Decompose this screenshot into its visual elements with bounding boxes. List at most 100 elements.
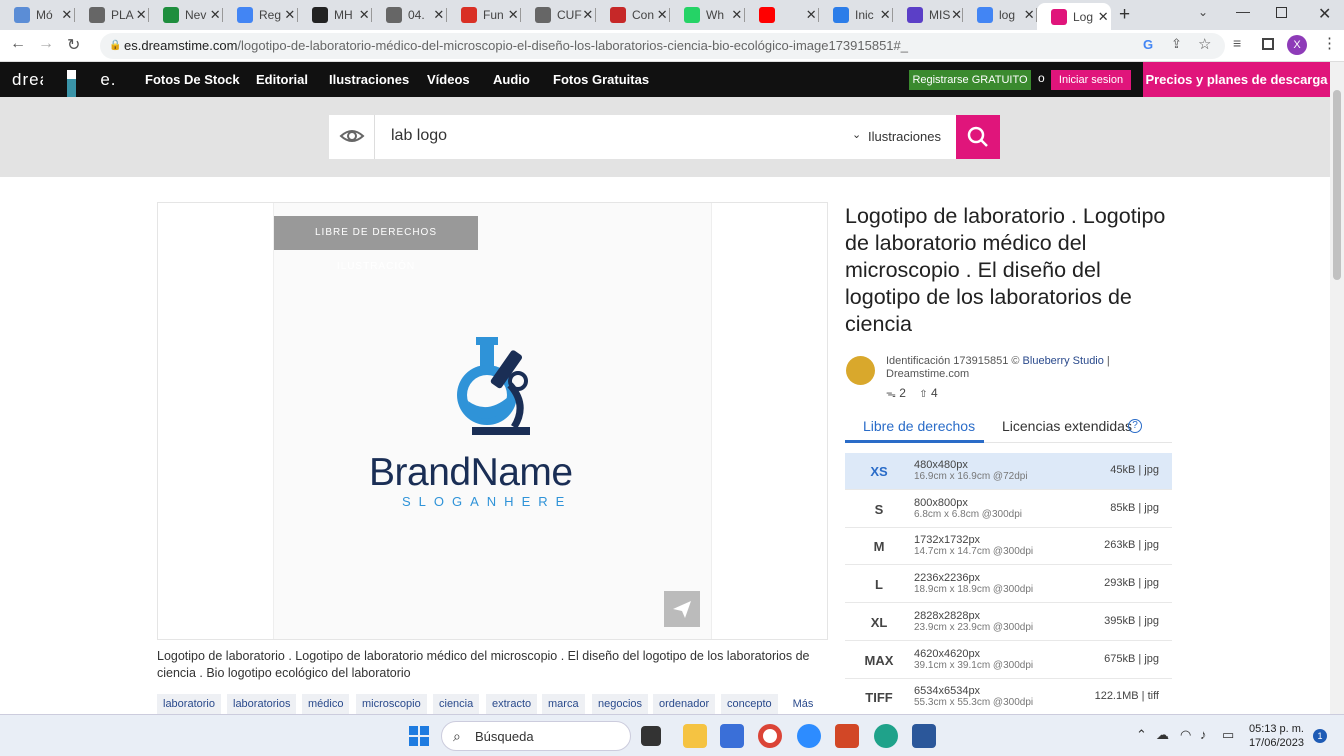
- register-button[interactable]: Registrarse GRATUITO: [909, 70, 1031, 90]
- browser-tab[interactable]: MIS ✕: [893, 3, 963, 27]
- url-field[interactable]: 🔒 es.dreamstime.com/logotipo-de-laborato…: [100, 33, 1225, 59]
- bookmark-star-icon[interactable]: ☆: [1198, 35, 1211, 53]
- size-option-row[interactable]: S 800x800px 6.8cm x 6.8cm @300dpi 85kB | jp…: [845, 491, 1172, 528]
- chevron-up-icon[interactable]: ⌃: [1136, 727, 1147, 743]
- eye-icon[interactable]: [339, 123, 365, 149]
- size-option-row[interactable]: TIFF 6534x6534px 55.3cm x 55.3cm @300dpi 12…: [845, 679, 1172, 717]
- size-option-row[interactable]: XL 2828x2828px 23.9cm x 23.9cm @300dpi 395k…: [845, 604, 1172, 641]
- new-tab-button[interactable]: +: [1119, 4, 1130, 26]
- keyword-tag[interactable]: negocios: [592, 694, 649, 714]
- nav-editorial[interactable]: Editorial: [256, 72, 308, 87]
- size-option-row[interactable]: MAX 4620x4620px 39.1cm x 39.1cm @300dpi 675…: [845, 642, 1172, 679]
- browser-tab[interactable]: Fun ✕: [447, 3, 521, 27]
- notification-badge[interactable]: 1: [1313, 729, 1327, 743]
- google-icon[interactable]: G: [1143, 37, 1153, 52]
- image-preview[interactable]: LIBRE DE DERECHOS ILUSTRACIÓN BrandName …: [273, 203, 712, 639]
- browser-tab[interactable]: Inic ✕: [819, 3, 893, 27]
- keyword-tag[interactable]: laboratorio: [157, 694, 221, 714]
- browser-tab[interactable]: 04. ✕: [372, 3, 447, 27]
- forward-arrow-icon[interactable]: →: [38, 35, 54, 53]
- send-button[interactable]: [664, 591, 700, 627]
- onedrive-icon[interactable]: ☁: [1156, 727, 1169, 743]
- scrollbar-thumb[interactable]: [1333, 90, 1341, 280]
- browser-tab[interactable]: Con ✕: [596, 3, 670, 27]
- tab-royalty-free[interactable]: Libre de derechos: [863, 418, 975, 434]
- browser-tab[interactable]: ✕: [745, 3, 819, 27]
- keyword-tag[interactable]: extracto: [486, 694, 538, 714]
- nav-audio[interactable]: Audio: [493, 72, 530, 87]
- window-close-button[interactable]: ✕: [1318, 4, 1331, 24]
- store-icon[interactable]: [720, 724, 744, 748]
- author-avatar[interactable]: [846, 356, 875, 385]
- back-arrow-icon[interactable]: ←: [10, 35, 26, 53]
- profile-avatar[interactable]: X: [1287, 35, 1307, 55]
- tab-close-icon[interactable]: ✕: [657, 7, 670, 23]
- zoom-icon[interactable]: [797, 724, 821, 748]
- keyword-tag[interactable]: concepto: [721, 694, 778, 714]
- size-option-row[interactable]: M 1732x1732px 14.7cm x 14.7cm @300dpi 263kB…: [845, 528, 1172, 566]
- keyword-tag[interactable]: marca: [542, 694, 585, 714]
- tab-close-icon[interactable]: ✕: [731, 7, 745, 23]
- file-explorer-icon[interactable]: [683, 724, 707, 748]
- nav-illustrations[interactable]: Ilustraciones: [329, 72, 409, 87]
- keyword-tag[interactable]: microscopio: [356, 694, 427, 714]
- keyword-tag[interactable]: médico: [302, 694, 350, 714]
- share-icon[interactable]: ⇪: [1171, 36, 1182, 52]
- edge-icon[interactable]: [874, 724, 898, 748]
- size-option-row[interactable]: XS 480x480px 16.9cm x 16.9cm @72dpi 45kB | …: [845, 453, 1172, 490]
- media-control-icon[interactable]: ≡: [1233, 35, 1241, 51]
- search-button[interactable]: [956, 115, 1000, 159]
- tab-close-icon[interactable]: ✕: [582, 7, 596, 23]
- window-restore-button[interactable]: [1276, 7, 1287, 18]
- window-minimize-button[interactable]: —: [1236, 3, 1250, 19]
- tab-close-icon[interactable]: ✕: [359, 7, 372, 23]
- word-icon[interactable]: [912, 724, 936, 748]
- nav-stock-photos[interactable]: Fotos De Stock: [145, 72, 240, 87]
- chrome-icon[interactable]: [758, 724, 782, 748]
- tab-extended-licenses[interactable]: Licencias extendidas: [1002, 418, 1132, 434]
- search-input[interactable]: lab logo: [391, 127, 447, 145]
- author-link[interactable]: Blueberry Studio: [1023, 355, 1104, 367]
- tab-close-icon[interactable]: ✕: [508, 7, 521, 23]
- search-bar[interactable]: lab logo ⌄ Ilustraciones: [329, 115, 956, 159]
- task-view-icon[interactable]: [641, 726, 661, 746]
- nav-videos[interactable]: Vídeos: [427, 72, 470, 87]
- powerpoint-icon[interactable]: [835, 724, 859, 748]
- nav-free-photos[interactable]: Fotos Gratuitas: [553, 72, 649, 87]
- search-type-select[interactable]: Ilustraciones: [868, 129, 941, 144]
- tab-close-icon[interactable]: ✕: [1024, 7, 1037, 23]
- keyword-tag[interactable]: laboratorios: [227, 694, 297, 714]
- browser-tab[interactable]: log ✕: [963, 3, 1037, 27]
- tab-close-icon[interactable]: ✕: [210, 7, 223, 23]
- browser-tab[interactable]: Reg ✕: [223, 3, 298, 27]
- tab-close-icon[interactable]: ✕: [951, 7, 963, 23]
- more-keywords-link[interactable]: Más: [778, 694, 828, 714]
- reload-icon[interactable]: ↻: [67, 35, 80, 55]
- tab-close-icon[interactable]: ✕: [61, 7, 75, 23]
- tab-close-icon[interactable]: ✕: [806, 7, 819, 23]
- volume-icon[interactable]: ♪: [1200, 727, 1207, 742]
- taskbar-search[interactable]: ⌕ Búsqueda: [441, 721, 631, 751]
- login-button[interactable]: Iniciar sesion: [1051, 70, 1131, 90]
- browser-tab[interactable]: Log ✕: [1037, 3, 1111, 30]
- battery-icon[interactable]: ▭: [1222, 727, 1234, 743]
- browser-tab[interactable]: Wh ✕: [670, 3, 745, 27]
- browser-tab[interactable]: Nev ✕: [149, 3, 223, 27]
- browser-tab[interactable]: PLA ✕: [75, 3, 149, 27]
- tab-close-icon[interactable]: ✕: [136, 7, 149, 23]
- help-icon[interactable]: ?: [1128, 419, 1142, 433]
- system-clock[interactable]: 05:13 p. m. 17/06/2023: [1248, 722, 1304, 750]
- pricing-button[interactable]: Precios y planes de descarga: [1143, 62, 1330, 97]
- side-panel-icon[interactable]: [1262, 38, 1274, 50]
- keyword-tag[interactable]: ciencia: [433, 694, 480, 714]
- browser-tab[interactable]: CUF ✕: [521, 3, 596, 27]
- tab-search-icon[interactable]: ⌄: [1198, 5, 1208, 19]
- size-option-row[interactable]: L 2236x2236px 18.9cm x 18.9cm @300dpi 293kB…: [845, 566, 1172, 604]
- tab-close-icon[interactable]: ✕: [1098, 9, 1111, 25]
- keyword-tag[interactable]: ordenador: [653, 694, 716, 714]
- browser-tab[interactable]: MH ✕: [298, 3, 372, 27]
- browser-tab[interactable]: Mó ✕: [0, 3, 75, 27]
- tab-close-icon[interactable]: ✕: [433, 7, 447, 23]
- browser-menu-icon[interactable]: ⋮: [1322, 34, 1337, 52]
- tab-close-icon[interactable]: ✕: [880, 7, 893, 23]
